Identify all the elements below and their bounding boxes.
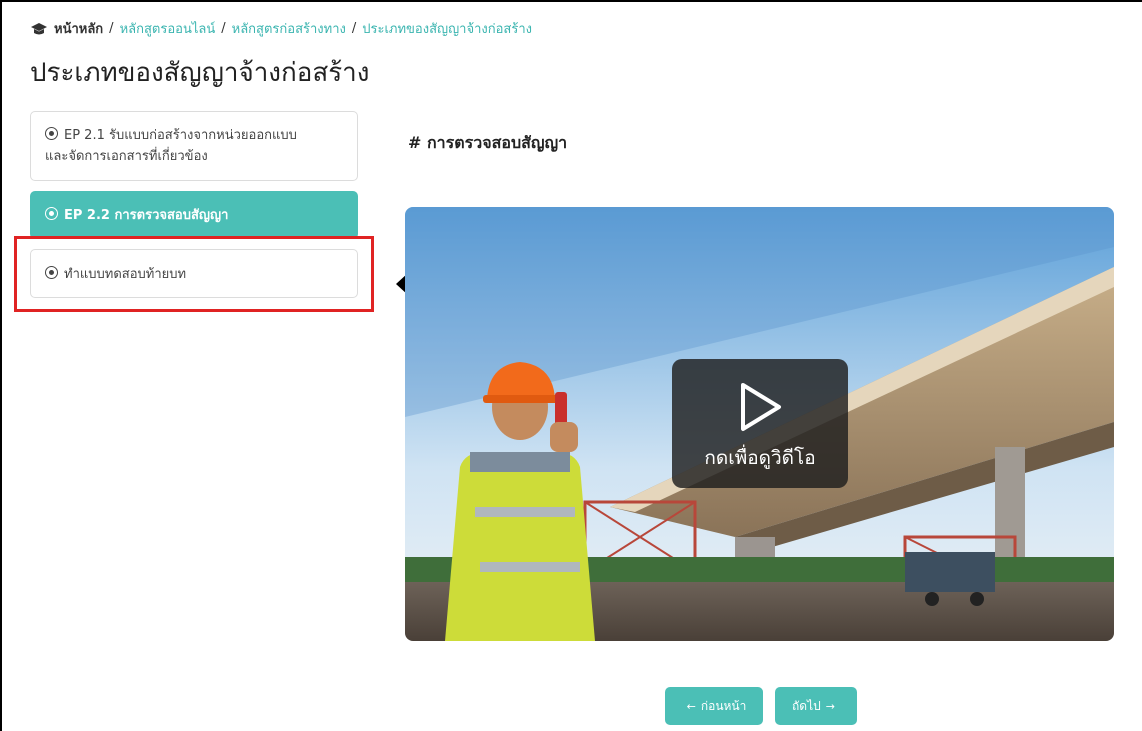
screenshot-frame-left xyxy=(0,0,2,731)
breadcrumb-online-courses[interactable]: หลักสูตรออนไลน์ xyxy=(120,18,216,39)
lesson-label-line2: และจัดการเอกสารที่เกี่ยวข้อง xyxy=(45,149,208,164)
prev-button[interactable]: ← ก่อนหน้า xyxy=(665,687,763,725)
section-heading: # การตรวจสอบสัญญา xyxy=(408,133,568,152)
screenshot-frame-top xyxy=(0,0,1142,2)
breadcrumb-separator: / xyxy=(221,21,226,36)
page-title: ประเภทของสัญญาจ้างก่อสร้าง xyxy=(30,58,370,88)
lesson-label: EP 2.2 การตรวจสอบสัญญา xyxy=(64,208,229,223)
breadcrumb-separator: / xyxy=(351,21,357,36)
next-label: ถัดไป xyxy=(792,698,821,713)
breadcrumb-current[interactable]: ประเภทของสัญญาจ้างก่อสร้าง xyxy=(362,18,532,39)
lesson-label-line1: EP 2.1 รับแบบก่อสร้างจากหน่วยออกแบบ xyxy=(64,128,297,143)
breadcrumb: หน้าหลัก / หลักสูตรออนไลน์ / หลักสูตรก่อ… xyxy=(30,18,532,39)
next-button[interactable]: ถัดไป → xyxy=(775,687,857,725)
lesson-item-ep-2-1[interactable]: EP 2.1 รับแบบก่อสร้างจากหน่วยออกแบบ และจ… xyxy=(30,111,358,181)
prev-label: ก่อนหน้า xyxy=(700,698,747,713)
play-icon xyxy=(741,383,781,431)
arrow-left-icon: ← xyxy=(686,699,696,713)
breadcrumb-road-construction[interactable]: หลักสูตรก่อสร้างทาง xyxy=(232,18,346,39)
breadcrumb-separator: / xyxy=(109,21,114,36)
play-overlay[interactable]: กดเพื่อดูวิดีโอ xyxy=(672,359,848,488)
lesson-item-ep-2-2-active[interactable]: EP 2.2 การตรวจสอบสัญญา xyxy=(30,191,358,239)
annotation-highlight-box xyxy=(14,236,374,312)
radio-dot-icon xyxy=(45,207,58,220)
graduation-cap-icon xyxy=(31,22,47,34)
breadcrumb-home[interactable]: หน้าหลัก xyxy=(54,18,103,39)
radio-dot-icon xyxy=(45,127,58,140)
play-label: กดเพื่อดูวิดีโอ xyxy=(704,447,816,469)
arrow-right-icon: → xyxy=(825,699,835,713)
video-player[interactable]: กดเพื่อดูวิดีโอ xyxy=(405,207,1114,641)
